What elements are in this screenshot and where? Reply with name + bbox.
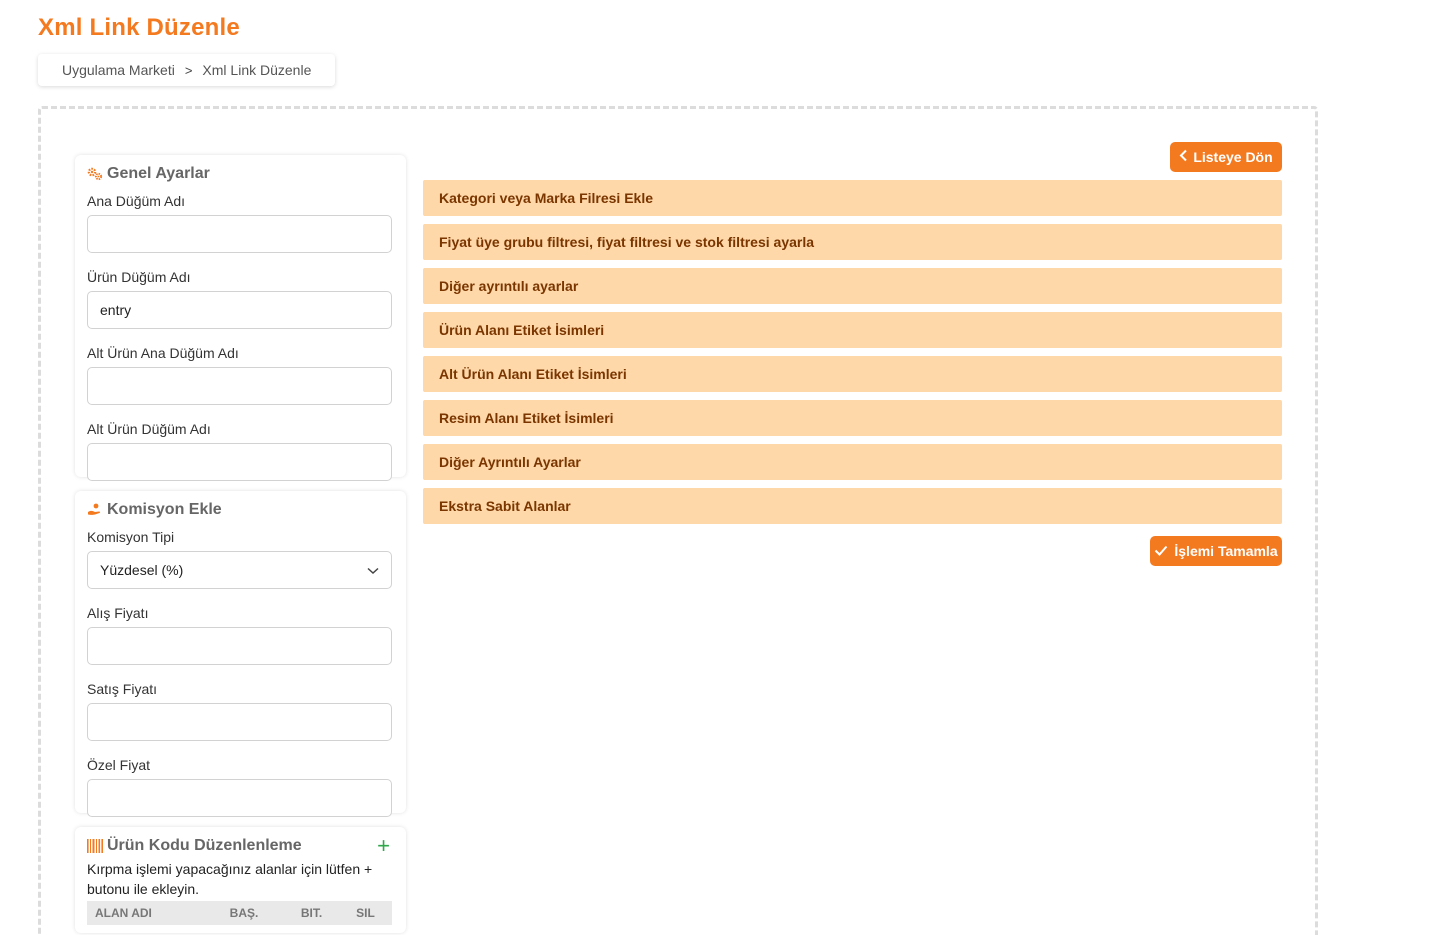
column-start: BAŞ. <box>229 906 259 920</box>
complete-operation-button[interactable]: İşlemi Tamamla <box>1150 536 1282 566</box>
product-node-name-input[interactable] <box>87 291 392 329</box>
commission-type-value: Yüzdesel (%) <box>100 562 184 578</box>
check-icon <box>1154 543 1168 559</box>
accordion-product-field-tags[interactable]: Ürün Alanı Etiket İsimleri <box>423 312 1282 348</box>
product-code-table-header: ALAN ADI BAŞ. BIT. SIL <box>87 901 392 925</box>
product-node-name-label: Ürün Düğüm Adı <box>87 269 191 285</box>
column-end: BIT. <box>300 906 323 920</box>
product-code-heading: Ürün Kodu Düzenlenleme <box>107 837 302 854</box>
purchase-price-input[interactable] <box>87 627 392 665</box>
main-node-name-label: Ana Düğüm Adı <box>87 193 186 209</box>
commission-card: Komisyon Ekle Komisyon Tipi Yüzdesel (%)… <box>75 491 406 817</box>
sale-price-label: Satış Fiyatı <box>87 681 158 697</box>
purchase-price-label: Alış Fiyatı <box>87 605 149 621</box>
hand-coin-icon <box>87 502 103 518</box>
column-field-name: ALAN ADI <box>95 906 152 920</box>
commission-type-label: Komisyon Tipi <box>87 529 175 545</box>
general-settings-card: Genel Ayarlar Ana Düğüm Adı Ürün Düğüm A… <box>75 155 406 481</box>
general-settings-title: Genel Ayarlar <box>87 163 394 185</box>
special-price-label: Özel Fiyat <box>87 757 151 773</box>
accordion-price-stock-filter[interactable]: Fiyat üye grubu filtresi, fiyat filtresi… <box>423 224 1282 260</box>
accordion-sub-product-field-tags[interactable]: Alt Ürün Alanı Etiket İsimleri <box>423 356 1282 392</box>
main-node-name-input[interactable] <box>87 215 392 253</box>
chevron-down-icon <box>367 562 379 578</box>
commission-title: Komisyon Ekle <box>87 499 394 521</box>
sub-product-node-name-label: Alt Ürün Düğüm Adı <box>87 421 211 437</box>
breadcrumb-item-app-market[interactable]: Uygulama Marketi <box>62 62 175 78</box>
back-to-list-label: Listeye Dön <box>1193 149 1273 165</box>
sub-product-node-name-input[interactable] <box>87 443 392 481</box>
general-settings-heading: Genel Ayarlar <box>107 165 210 182</box>
accordion-category-brand-filter[interactable]: Kategori veya Marka Filresi Ekle <box>423 180 1282 216</box>
accordion-image-field-tags[interactable]: Resim Alanı Etiket İsimleri <box>423 400 1282 436</box>
accordion-other-detailed-settings-2[interactable]: Diğer Ayrıntılı Ayarlar <box>423 444 1282 480</box>
accordion-other-detailed-settings[interactable]: Diğer ayrıntılı ayarlar <box>423 268 1282 304</box>
accordion-extra-fixed-fields[interactable]: Ekstra Sabit Alanlar <box>423 488 1282 524</box>
chevron-left-icon <box>1179 149 1188 165</box>
special-price-input[interactable] <box>87 779 392 817</box>
back-to-list-button[interactable]: Listeye Dön <box>1170 142 1282 172</box>
gears-icon <box>87 166 103 182</box>
breadcrumb-separator: > <box>184 62 193 78</box>
complete-operation-label: İşlemi Tamamla <box>1174 543 1278 559</box>
sub-product-main-node-name-label: Alt Ürün Ana Düğüm Adı <box>87 345 239 361</box>
breadcrumb: Uygulama Marketi > Xml Link Düzenle <box>38 54 336 86</box>
product-code-card: Ürün Kodu Düzenlenleme + Kırpma işlemi y… <box>75 827 406 933</box>
column-delete: SIL <box>356 906 375 920</box>
sale-price-input[interactable] <box>87 703 392 741</box>
settings-accordion: Kategori veya Marka Filresi Ekle Fiyat ü… <box>423 180 1282 532</box>
barcode-icon <box>87 838 103 854</box>
product-code-helper-text: Kırpma işlemi yapacağınız alanlar için l… <box>87 861 373 897</box>
breadcrumb-item-current: Xml Link Düzenle <box>202 62 312 78</box>
sub-product-main-node-name-input[interactable] <box>87 367 392 405</box>
product-code-title: Ürün Kodu Düzenlenleme <box>87 835 302 857</box>
page-title: Xml Link Düzenle <box>38 14 240 41</box>
commission-type-select[interactable]: Yüzdesel (%) <box>87 551 392 589</box>
add-trim-field-button[interactable]: + <box>377 835 394 857</box>
commission-heading: Komisyon Ekle <box>107 501 222 518</box>
